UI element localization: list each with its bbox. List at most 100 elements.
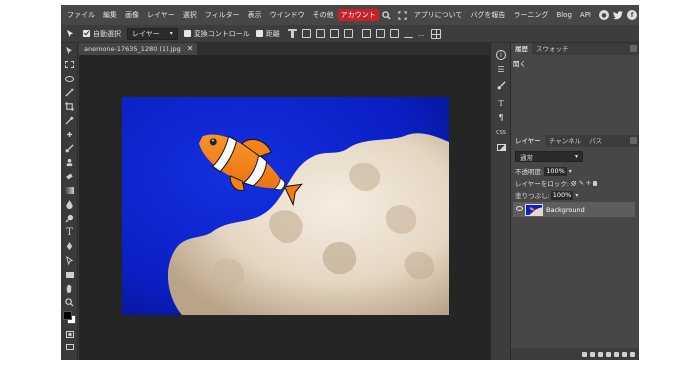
menu-image[interactable]: 画像 (121, 5, 143, 25)
tab-channels[interactable]: チャンネル (545, 135, 585, 147)
target-select[interactable]: レイヤー ▾ (127, 27, 178, 40)
chevron-down-icon[interactable]: ▾ (575, 192, 578, 199)
new-group-icon[interactable] (614, 351, 619, 357)
more-options[interactable]: ... (418, 30, 425, 38)
menu-select[interactable]: 選択 (179, 5, 201, 25)
menu-layer[interactable]: レイヤー (143, 5, 179, 25)
dodge-tool-icon[interactable] (64, 213, 75, 224)
layer-mask-icon[interactable] (598, 351, 603, 357)
shape-tool-icon[interactable] (64, 269, 75, 280)
close-icon[interactable]: ✕ (187, 43, 194, 55)
tab-layers[interactable]: レイヤー (511, 135, 545, 147)
lasso-tool-icon[interactable] (64, 73, 75, 84)
blog-link[interactable]: Blog (552, 5, 575, 25)
reddit-icon[interactable]: ● (599, 10, 609, 20)
visibility-eye-icon[interactable] (516, 206, 523, 211)
distribute-bottom-icon[interactable] (389, 29, 399, 38)
info-icon[interactable]: i (495, 49, 507, 61)
api-link[interactable]: API (576, 5, 595, 25)
paragraph-icon[interactable]: ¶ (495, 111, 507, 123)
twitter-icon[interactable] (613, 10, 623, 20)
adjustment-layer-icon[interactable] (606, 351, 611, 357)
crop-tool-icon[interactable] (64, 101, 75, 112)
css-label-icon[interactable]: CSS (495, 127, 507, 139)
document-tab[interactable]: anemone-17635_1280 (1).jpg ✕ (79, 43, 198, 55)
transform-controls-checkbox[interactable] (183, 30, 191, 37)
history-panel-tabs: 履歴 スウォッチ (511, 43, 639, 55)
clone-stamp-tool-icon[interactable] (64, 157, 75, 168)
distribute-middle-icon[interactable] (375, 29, 385, 38)
menu-view[interactable]: 表示 (244, 5, 266, 25)
lock-paint-icon[interactable]: ✎ (579, 180, 584, 187)
transform-controls-option[interactable]: 変換コントロール (183, 29, 250, 39)
align-middle-icon[interactable] (301, 29, 311, 38)
distance-option[interactable]: 距離 (255, 29, 280, 39)
eyedropper-tool-icon[interactable] (64, 115, 75, 126)
tab-history[interactable]: 履歴 (511, 43, 532, 55)
opacity-input[interactable]: 100% (544, 166, 567, 176)
report-bug-link[interactable]: バグを報告 (466, 5, 509, 25)
paragraph-text-icon[interactable]: T (495, 97, 507, 109)
blend-mode-select[interactable]: 通常 ▾ (515, 151, 583, 162)
delete-layer-icon[interactable] (630, 351, 635, 357)
move-tool-indicator-icon[interactable] (66, 29, 75, 38)
healing-brush-tool-icon[interactable]: ✚ (64, 129, 75, 140)
menu-file[interactable]: ファイル (63, 5, 99, 25)
pen-tool-icon[interactable] (64, 241, 75, 252)
chevron-down-icon[interactable]: ▾ (569, 168, 572, 175)
magic-wand-tool-icon[interactable] (64, 87, 75, 98)
lock-transparency-icon[interactable] (571, 180, 576, 186)
layer-effects-icon[interactable] (590, 351, 595, 357)
collapse-icon[interactable] (630, 45, 637, 52)
align-top-icon[interactable] (287, 29, 297, 38)
menu-more[interactable]: その他 (309, 5, 338, 25)
brush-tool-icon[interactable] (64, 143, 75, 154)
eraser-tool-icon[interactable] (64, 171, 75, 182)
align-bottom-icon[interactable] (315, 29, 325, 38)
link-layers-icon[interactable] (582, 351, 587, 357)
path-select-tool-icon[interactable] (64, 255, 75, 266)
canvas-area[interactable] (79, 55, 490, 360)
collapse-icon[interactable] (630, 137, 637, 144)
move-tool-icon[interactable] (64, 45, 75, 56)
blur-tool-icon[interactable] (64, 199, 75, 210)
distribute-horizontal-icon[interactable] (403, 29, 413, 38)
menu-icon[interactable]: ☰ (495, 63, 507, 75)
panel-icons-strip: i ☰ T ¶ CSS (490, 43, 510, 360)
menu-window[interactable]: ウインドウ (266, 5, 309, 25)
menu-filter[interactable]: フィルター (201, 5, 244, 25)
grid-icon[interactable] (430, 28, 441, 39)
menu-account[interactable]: アカウント (337, 9, 379, 21)
search-icon[interactable] (381, 9, 393, 21)
type-tool-icon[interactable]: T (64, 227, 75, 238)
fullscreen-icon[interactable] (397, 9, 409, 21)
lock-all-icon[interactable] (593, 180, 598, 186)
foreground-color-swatch[interactable] (63, 311, 72, 320)
history-item-open[interactable]: 開く (511, 56, 639, 70)
tab-paths[interactable]: パス (585, 135, 606, 147)
auto-select-option[interactable]: 自動選択 (83, 29, 121, 39)
tab-swatches[interactable]: スウォッチ (532, 43, 573, 55)
distribute-top-icon[interactable] (361, 29, 371, 38)
document-image[interactable] (122, 97, 449, 315)
lock-position-icon[interactable]: ✛ (586, 180, 591, 187)
menu-edit[interactable]: 編集 (99, 5, 121, 25)
align-center-icon[interactable] (343, 29, 353, 38)
about-link[interactable]: アプリについて (410, 5, 467, 25)
distance-checkbox[interactable] (255, 30, 263, 37)
screen-mode-icon[interactable] (64, 341, 75, 352)
zoom-tool-icon[interactable] (64, 297, 75, 308)
facebook-icon[interactable]: f (627, 10, 637, 20)
gradient-tool-icon[interactable] (64, 185, 75, 196)
fill-input[interactable]: 100% (550, 190, 574, 200)
layer-item-background[interactable]: Background (513, 202, 635, 217)
quick-mask-icon[interactable] (64, 329, 75, 340)
new-layer-icon[interactable] (622, 351, 627, 357)
marquee-tool-icon[interactable] (64, 59, 75, 70)
image-icon[interactable] (495, 141, 507, 153)
hand-tool-icon[interactable] (64, 283, 75, 294)
brush-settings-icon[interactable] (495, 79, 507, 91)
learning-link[interactable]: ラーニング (509, 5, 552, 25)
auto-select-checkbox[interactable] (83, 30, 90, 37)
align-left-icon[interactable] (329, 29, 339, 38)
